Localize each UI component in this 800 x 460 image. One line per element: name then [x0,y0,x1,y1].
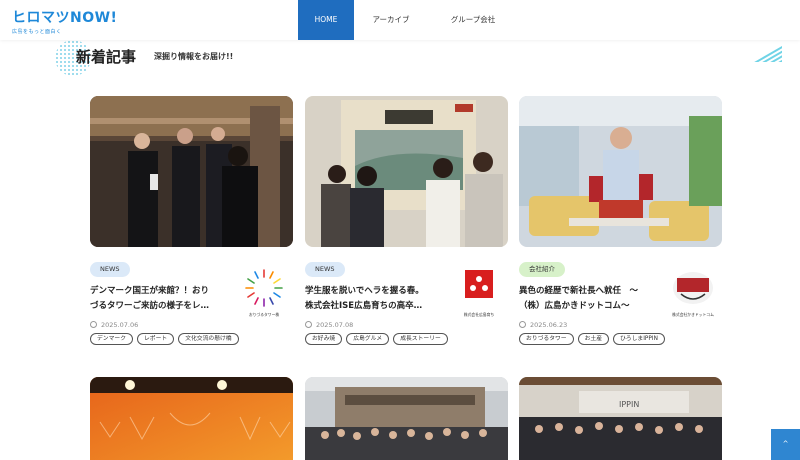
clock-icon [90,321,97,328]
logo-text: ヒロマツNOW! [12,10,118,26]
company-logo: 株式会社広島育ち [457,266,501,318]
stripe-decoration [732,40,782,62]
article-card[interactable]: IPPIN [519,377,722,460]
article-card[interactable]: 会社紹介 異色の経歴で新社長へ就任 ～ （株）広島かきドットコム～ 株式会社かき… [519,96,722,345]
logo-tagline: 広島をもっと面白く [12,29,62,35]
article-card[interactable]: NEWS 学生服を脱いでヘラを握る春。 株式会社ISE広島育ちの高卒… 株式会社… [305,96,508,345]
article-thumbnail[interactable] [305,377,508,460]
main-nav: HOME アーカイブ グループ会社 [298,0,518,40]
clock-icon [519,321,526,328]
article-card[interactable] [305,377,508,460]
article-title[interactable]: 異色の経歴で新社長へ就任 ～ （株）広島かきドットコム～ [519,284,669,314]
company-logo-label: 株式会社かきドットコム [672,312,714,317]
tag[interactable]: おりづるタワー [519,333,574,345]
article-thumbnail[interactable]: IPPIN [519,377,722,460]
article-thumbnail[interactable] [90,377,293,460]
tag[interactable]: お土産 [577,333,609,345]
article-thumbnail[interactable] [519,96,722,247]
article-title[interactable]: デンマーク国王が来館？！おり づるタワーご来訪の様子をレ… [90,284,235,314]
article-thumbnail[interactable] [90,96,293,247]
company-logo: おりづるタワー株 [242,266,286,318]
category-badge[interactable]: 会社紹介 [519,262,565,277]
tag-list: おりづるタワー お土産 ひろしまIPPIN [519,333,665,345]
nav-archive[interactable]: アーカイブ [354,0,428,40]
article-card[interactable]: NEWS デンマーク国王が来館？！おり づるタワーご来訪の様子をレ… おりづるタ… [90,96,293,345]
tag[interactable]: お好み焼 [305,333,343,345]
svg-text:IPPIN: IPPIN [619,400,639,409]
tag-list: デンマーク レポート 文化交流の懸け橋 [90,333,239,345]
publish-date: 2025.06.23 [519,321,567,329]
category-badge[interactable]: NEWS [90,262,130,277]
category-badge[interactable]: NEWS [305,262,345,277]
scroll-to-top-button[interactable]: ^ [771,429,800,460]
site-logo[interactable]: ヒロマツNOW! 広島をもっと面白く [12,7,117,35]
publish-date: 2025.07.06 [90,321,138,329]
nav-home[interactable]: HOME [298,0,354,40]
clock-icon [305,321,312,328]
tag-list: お好み焼 広島グルメ 成長ストーリー [305,333,448,345]
tag[interactable]: デンマーク [90,333,133,345]
section-title: 新着記事 [76,48,137,66]
company-logo-label: おりづるタワー株 [248,312,280,317]
article-thumbnail[interactable] [305,96,508,247]
company-logo-label: 株式会社広島育ち [463,312,495,317]
tag[interactable]: 成長ストーリー [393,333,448,345]
section-subtitle: 深掘り情報をお届け!! [154,52,234,61]
tag[interactable]: 広島グルメ [346,333,390,345]
site-header: ヒロマツNOW! 広島をもっと面白く HOME アーカイブ グループ会社 [0,0,800,40]
nav-group-companies[interactable]: グループ会社 [428,0,518,40]
article-title[interactable]: 学生服を脱いでヘラを握る春。 株式会社ISE広島育ちの高卒… [305,284,450,314]
article-card[interactable] [90,377,293,460]
tag[interactable]: レポート [137,333,175,345]
company-logo: 株式会社かきドットコム [671,266,715,318]
tag[interactable]: ひろしまIPPIN [613,333,665,345]
publish-date: 2025.07.08 [305,321,353,329]
tag[interactable]: 文化交流の懸け橋 [178,333,239,345]
